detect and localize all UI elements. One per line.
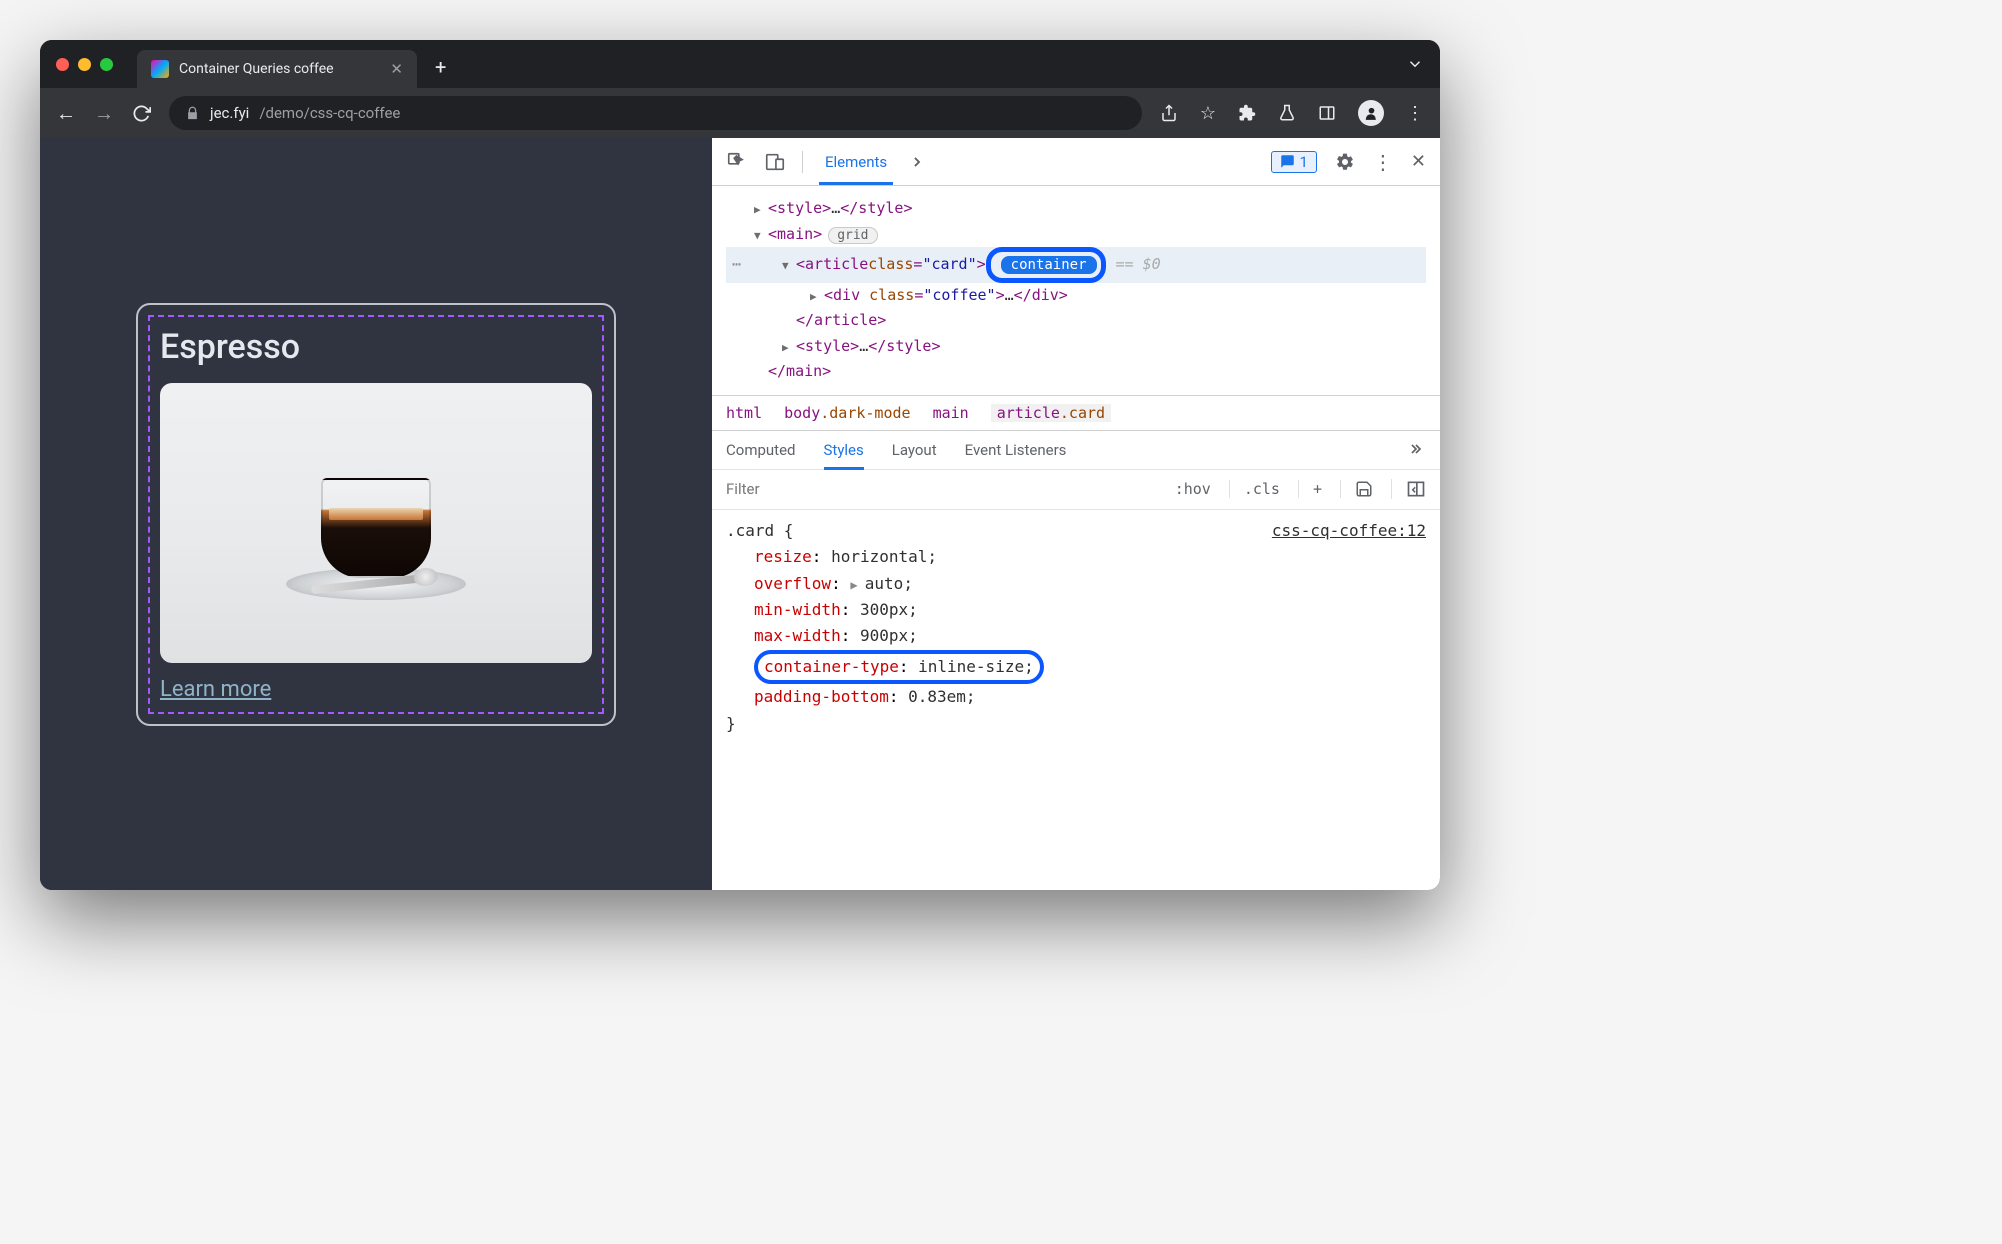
styles-tabs: Computed Styles Layout Event Listeners bbox=[712, 431, 1440, 470]
profile-avatar[interactable] bbox=[1358, 100, 1384, 126]
devtools-panel: Elements 1 ⋮ ✕ <style>…</style> <main>gr… bbox=[712, 138, 1440, 890]
browser-window: Container Queries coffee ✕ + ← → jec.fyi… bbox=[40, 40, 1440, 890]
browser-tab[interactable]: Container Queries coffee ✕ bbox=[137, 50, 417, 88]
css-source-link[interactable]: css-cq-coffee:12 bbox=[1272, 518, 1426, 544]
dom-selected-row[interactable]: ⋯ <article class="card"> container == $0 bbox=[726, 247, 1426, 283]
settings-icon[interactable] bbox=[1335, 152, 1355, 172]
css-property[interactable]: resize: horizontal; bbox=[726, 544, 1426, 570]
computed-toggle-icon[interactable] bbox=[1391, 479, 1426, 499]
learn-more-link[interactable]: Learn more bbox=[160, 677, 271, 702]
window-close-button[interactable] bbox=[56, 58, 69, 71]
css-property[interactable]: overflow: ▶ auto; bbox=[726, 571, 1426, 597]
devtools-menu-icon[interactable]: ⋮ bbox=[1373, 150, 1393, 174]
traffic-lights bbox=[56, 58, 113, 71]
share-icon[interactable] bbox=[1160, 104, 1178, 122]
card-title: Espresso bbox=[160, 327, 592, 367]
styles-filter-row: :hov .cls + bbox=[712, 470, 1440, 510]
dom-tree[interactable]: <style>…</style> <main>grid ⋯ <article c… bbox=[712, 186, 1440, 395]
card: Espresso Learn more bbox=[136, 303, 616, 726]
device-toggle-icon[interactable] bbox=[764, 151, 786, 173]
tab-computed[interactable]: Computed bbox=[726, 441, 796, 459]
dollar-zero: == $0 bbox=[1116, 252, 1161, 278]
css-property[interactable]: container-type: inline-size; bbox=[726, 650, 1426, 684]
inspect-element-icon[interactable] bbox=[726, 151, 748, 173]
css-property[interactable]: max-width: 900px; bbox=[726, 623, 1426, 649]
container-badge-highlight: container bbox=[986, 247, 1106, 283]
url-path: /demo/css-cq-coffee bbox=[259, 104, 400, 122]
content-area: Espresso Learn more Elements bbox=[40, 138, 1440, 890]
styles-filter-input[interactable] bbox=[712, 480, 1161, 498]
devtools-header: Elements 1 ⋮ ✕ bbox=[712, 138, 1440, 186]
forward-button[interactable]: → bbox=[94, 101, 114, 126]
css-rules-pane[interactable]: .card { css-cq-coffee:12 resize: horizon… bbox=[712, 510, 1440, 745]
tab-layout[interactable]: Layout bbox=[892, 441, 937, 459]
cls-toggle[interactable]: .cls bbox=[1229, 480, 1280, 498]
kebab-menu-icon[interactable]: ⋮ bbox=[1406, 103, 1424, 124]
breadcrumb-selected: article.card bbox=[991, 404, 1111, 422]
container-badge[interactable]: container bbox=[1001, 256, 1097, 274]
issues-count: 1 bbox=[1299, 153, 1307, 171]
breadcrumb[interactable]: html body.dark-mode main article.card bbox=[712, 395, 1440, 431]
css-property[interactable]: min-width: 300px; bbox=[726, 597, 1426, 623]
tab-event-listeners[interactable]: Event Listeners bbox=[965, 441, 1067, 459]
devtools-tab-elements[interactable]: Elements bbox=[819, 153, 893, 185]
titlebar: Container Queries coffee ✕ + bbox=[40, 40, 1440, 88]
issues-badge[interactable]: 1 bbox=[1271, 151, 1316, 173]
container-type-highlight: container-type: inline-size; bbox=[754, 650, 1044, 684]
devtools-close-icon[interactable]: ✕ bbox=[1411, 151, 1426, 172]
reload-button[interactable] bbox=[132, 104, 151, 123]
css-close-brace: } bbox=[726, 711, 1426, 737]
toolbar: ← → jec.fyi/demo/css-cq-coffee ☆ ⋮ bbox=[40, 88, 1440, 138]
new-rule-button[interactable]: + bbox=[1298, 480, 1322, 498]
more-tabs-icon[interactable] bbox=[909, 154, 925, 170]
labs-icon[interactable] bbox=[1278, 104, 1296, 122]
window-menu-button[interactable] bbox=[1406, 55, 1424, 73]
css-selector: .card { bbox=[726, 518, 793, 544]
grid-badge[interactable]: grid bbox=[828, 227, 877, 244]
back-button[interactable]: ← bbox=[56, 101, 76, 126]
address-bar[interactable]: jec.fyi/demo/css-cq-coffee bbox=[169, 96, 1142, 130]
toolbar-actions: ☆ ⋮ bbox=[1160, 100, 1424, 126]
lock-icon bbox=[185, 106, 200, 121]
favicon-icon bbox=[151, 60, 169, 78]
window-minimize-button[interactable] bbox=[78, 58, 91, 71]
css-property[interactable]: padding-bottom: 0.83em; bbox=[726, 684, 1426, 710]
hov-toggle[interactable]: :hov bbox=[1175, 480, 1211, 498]
tab-title: Container Queries coffee bbox=[179, 61, 380, 77]
window-maximize-button[interactable] bbox=[100, 58, 113, 71]
tab-styles[interactable]: Styles bbox=[824, 441, 864, 470]
url-domain: jec.fyi bbox=[210, 104, 249, 122]
coffee-image bbox=[160, 383, 592, 663]
bookmark-icon[interactable]: ☆ bbox=[1200, 103, 1216, 124]
save-styles-icon[interactable] bbox=[1340, 480, 1373, 498]
close-tab-button[interactable]: ✕ bbox=[390, 60, 403, 78]
page-viewport: Espresso Learn more bbox=[40, 138, 712, 890]
extensions-icon[interactable] bbox=[1238, 104, 1256, 122]
new-tab-button[interactable]: + bbox=[435, 55, 446, 79]
more-styles-tabs-icon[interactable] bbox=[1410, 441, 1426, 459]
panel-icon[interactable] bbox=[1318, 104, 1336, 122]
